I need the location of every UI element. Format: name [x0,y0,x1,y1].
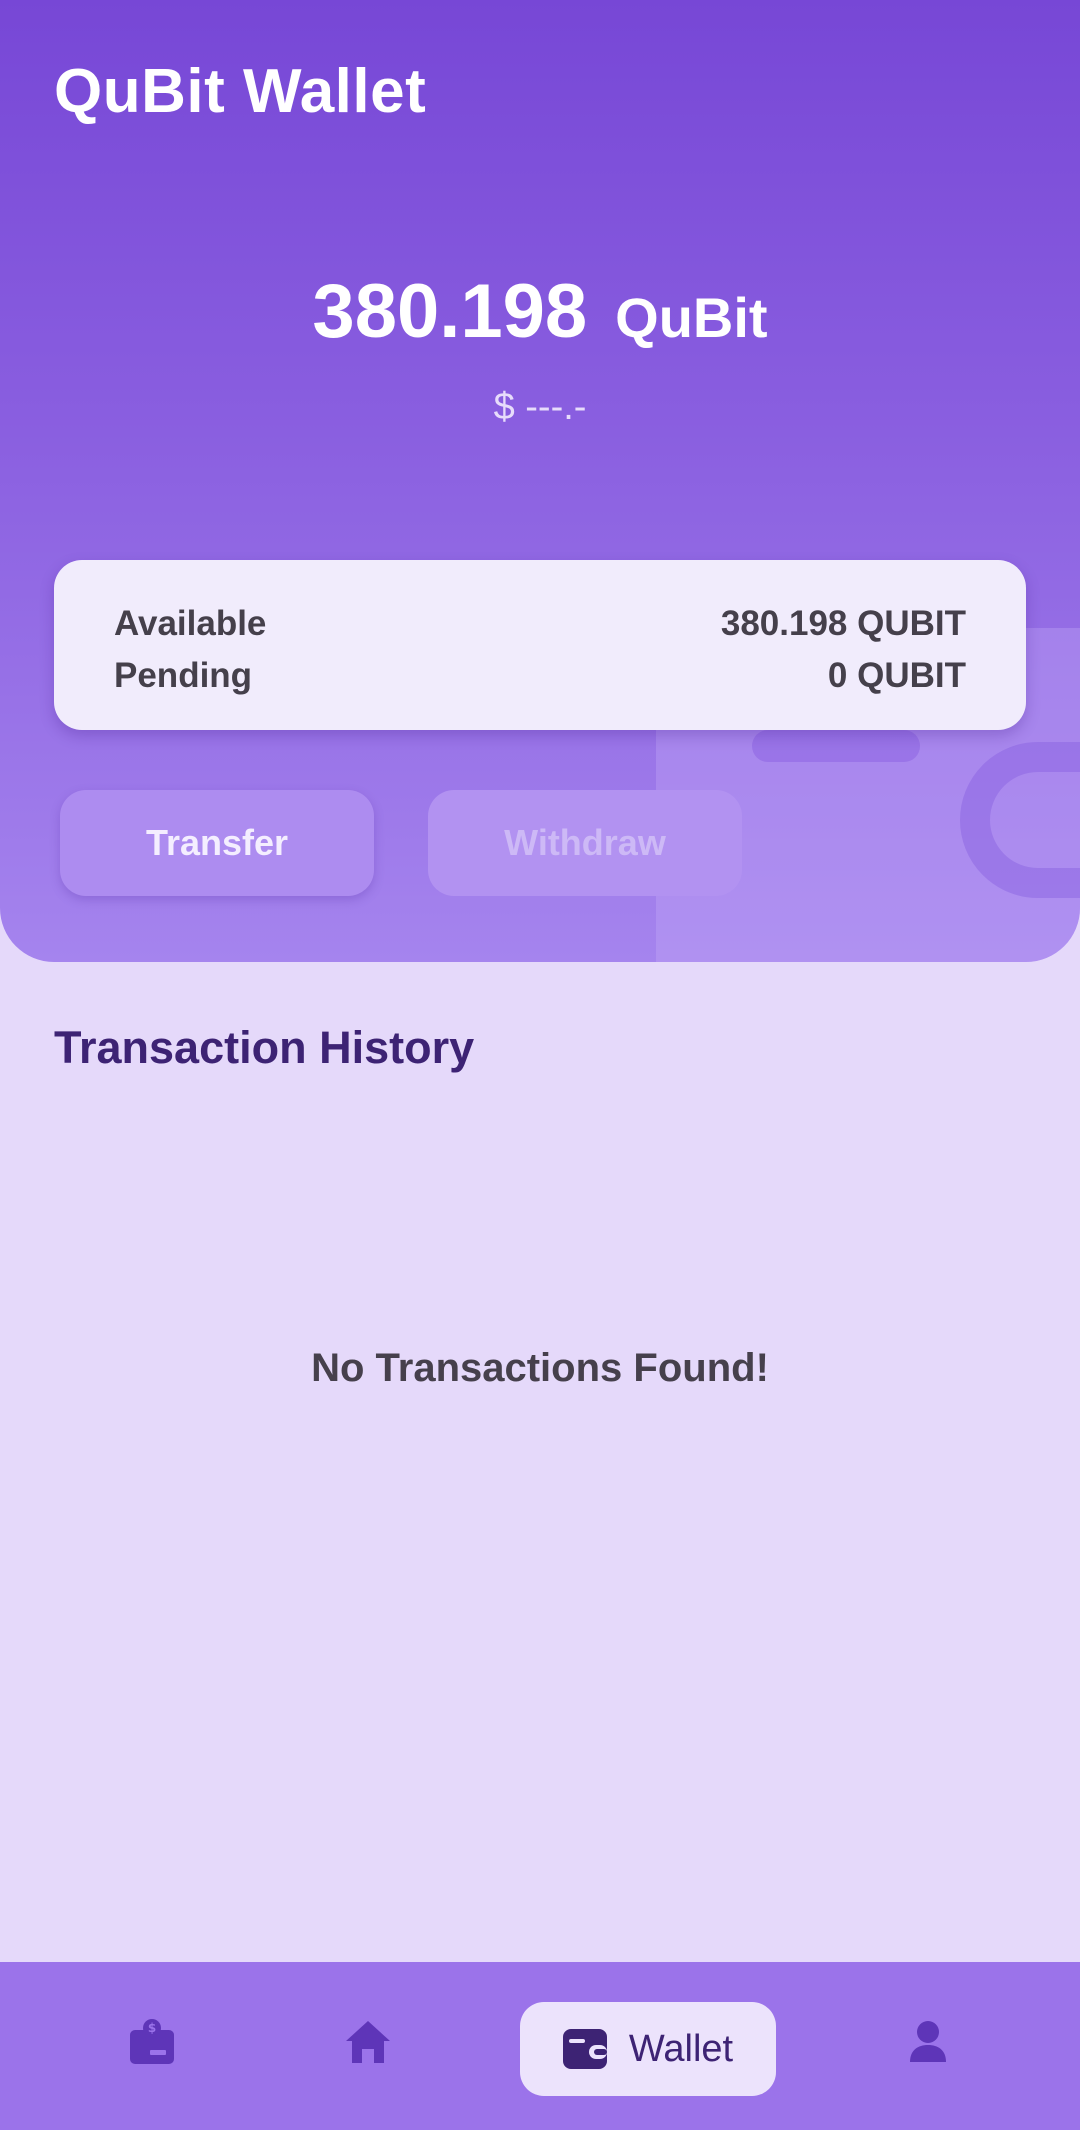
wallet-screen: QuBit Wallet 380.198 QuBit $ ---.- Avail… [0,0,1080,2130]
balance-display: 380.198 QuBit [0,268,1080,355]
balance-amount: 380.198 [312,269,588,354]
nav-item-profile[interactable] [888,2002,968,2082]
available-label: Available [114,604,267,643]
pending-row: Pending 0 QUBIT [114,650,966,702]
transfer-button[interactable]: Transfer [60,790,374,896]
pending-label: Pending [114,656,253,695]
fiat-value: $ ---.- [493,386,587,428]
bottom-navigation: $ Wallet [0,1962,1080,2130]
wallet-icon [562,2029,607,2069]
svg-text:$: $ [148,2021,156,2035]
home-icon [344,2019,392,2065]
nav-item-wallet-label: Wallet [628,2027,734,2070]
balance-unit: QuBit [615,286,768,349]
withdraw-button[interactable]: Withdraw [428,790,742,896]
no-transactions-message: No Transactions Found! [311,1346,769,1390]
balance-header: QuBit Wallet 380.198 QuBit $ ---.- Avail… [0,0,1080,962]
nav-item-wallet[interactable]: Wallet [520,2002,776,2096]
pending-value: 0 QUBIT [827,656,966,695]
nav-item-home[interactable] [328,2002,408,2082]
earn-icon: $ [128,2018,176,2066]
available-row: Available 380.198 QUBIT [114,598,966,650]
app-title: QuBit Wallet [54,57,427,126]
profile-icon [908,2020,948,2064]
available-value: 380.198 QUBIT [720,604,966,643]
transaction-history-title: Transaction History [54,1022,475,1073]
wallet-decoration-strap [752,730,920,762]
nav-item-earn[interactable]: $ [112,2002,192,2082]
balance-summary-card: Available 380.198 QUBIT Pending 0 QUBIT [54,560,1026,730]
